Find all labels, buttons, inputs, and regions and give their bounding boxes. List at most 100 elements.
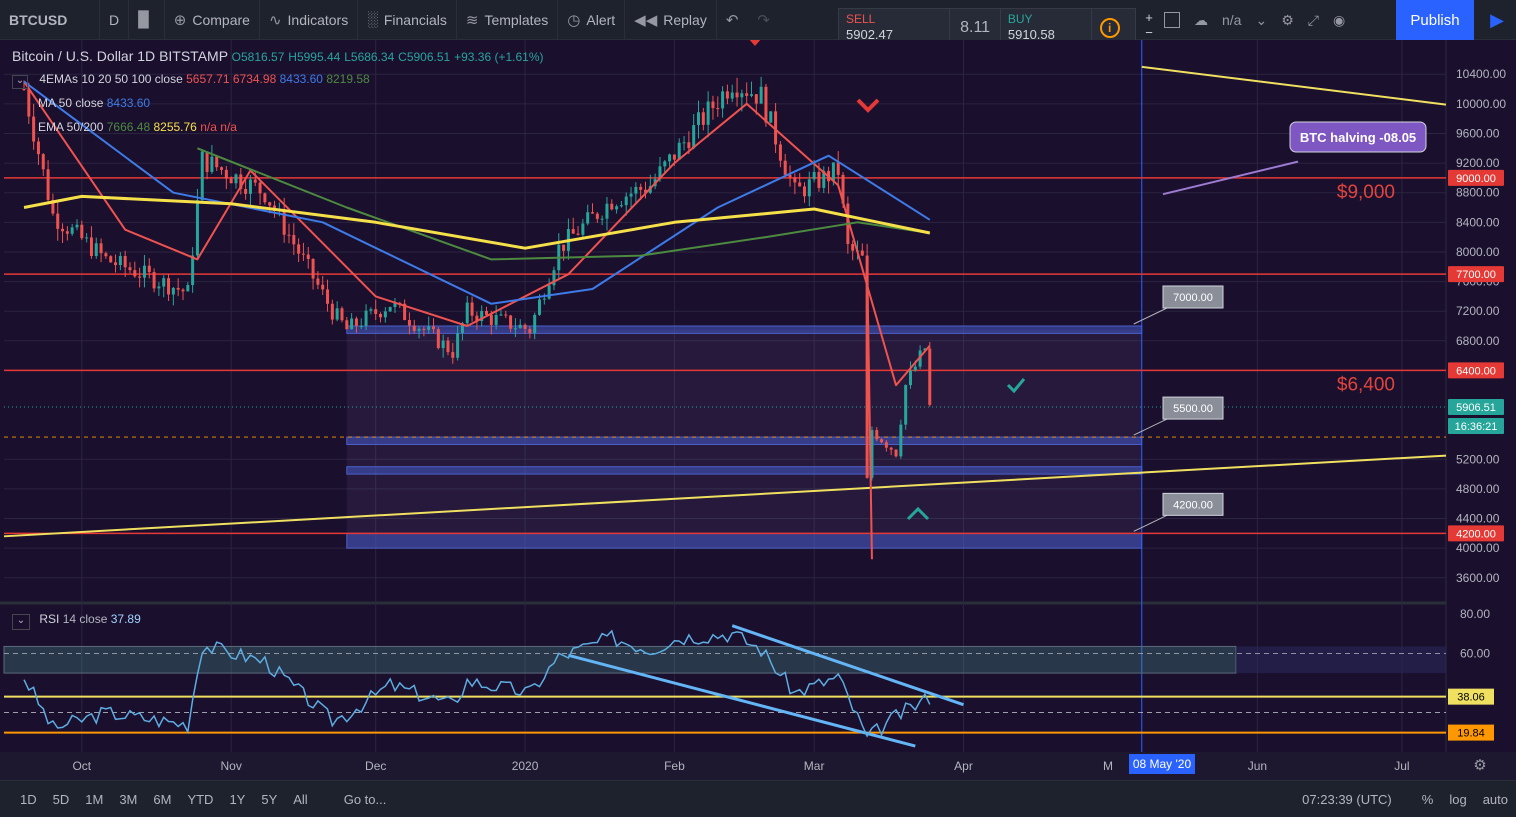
rsi-collapse-icon[interactable]: ⌄ (12, 614, 30, 630)
right-tools: ☁ n/a ⌄ ⚙ ⤢ ◉ (1164, 0, 1345, 40)
candle (22, 89, 26, 91)
x-tick-label: Dec (365, 759, 386, 773)
publish-button[interactable]: Publish (1396, 0, 1474, 40)
interval-button[interactable]: D (100, 0, 130, 40)
compare-label: Compare (192, 11, 250, 28)
candle (350, 318, 354, 330)
fullscreen-square-icon[interactable] (1164, 12, 1180, 28)
replay-button[interactable]: ◀◀ Replay (625, 0, 717, 40)
price-axis-bg (1446, 40, 1516, 752)
quantity-minus-button[interactable]: − (1140, 25, 1158, 40)
chart-style-button[interactable]: █ (129, 0, 165, 40)
chevron-down-icon[interactable]: ⌄ (1255, 12, 1267, 29)
rsi-tick-label: 60.00 (1460, 646, 1490, 660)
range-1d-button[interactable]: 1D (12, 792, 45, 807)
ema50200-legend: EMA 50/200 7666.48 8255.76 n/a n/a (38, 120, 237, 134)
quantity-plus-button[interactable]: + (1140, 10, 1158, 25)
candle (908, 370, 912, 386)
camera-icon[interactable]: ◉ (1333, 12, 1345, 29)
indicators-button[interactable]: ∿ Indicators (260, 0, 359, 40)
symbol-search[interactable]: BTCUSD (0, 0, 100, 40)
range-5d-button[interactable]: 5D (45, 792, 78, 807)
callout-label: 4200.00 (1173, 499, 1213, 511)
range-all-button[interactable]: All (285, 792, 315, 807)
bottom-bar: 1D 5D 1M 3M 6M YTD 1Y 5Y All Go to... 07… (0, 780, 1516, 817)
financials-button[interactable]: ░ Financials (358, 0, 457, 40)
replay-label: Replay (663, 11, 707, 28)
candle (807, 179, 811, 197)
candle (634, 186, 638, 194)
candle (422, 328, 426, 330)
cloud-icon[interactable]: ☁ (1194, 12, 1208, 29)
candle (518, 324, 522, 329)
chart-area[interactable]: Oct Nov Dec 2020 Feb Mar Apr Jun Jul M 10400.00 100… (0, 40, 1516, 780)
candle (730, 92, 734, 99)
redo-button[interactable]: ↷ (753, 0, 780, 40)
candle (263, 193, 267, 203)
buy-label: BUY (1007, 12, 1033, 26)
candle (721, 91, 725, 109)
candle (793, 177, 797, 183)
axis-gear-icon: ⚙ (1473, 757, 1486, 774)
candle (904, 385, 908, 425)
auto-toggle[interactable]: auto (1475, 792, 1516, 807)
symbol-name: Bitcoin / U.S. Dollar (12, 48, 134, 64)
price-tag-label: 6400.00 (1456, 365, 1496, 377)
candle (195, 200, 199, 256)
candle (56, 213, 60, 229)
play-icon[interactable]: ▶ (1478, 0, 1516, 40)
gear-icon[interactable]: ⚙ (1281, 12, 1294, 29)
candle (229, 178, 233, 184)
undo-button[interactable]: ↶ (717, 0, 754, 40)
range-1m-button[interactable]: 1M (77, 792, 111, 807)
candle (619, 205, 623, 207)
legend-interval: 1D (137, 48, 156, 64)
y-tick-label: 7200.00 (1456, 304, 1500, 318)
expand-icon[interactable]: ⤢ (1308, 12, 1319, 29)
candle (802, 186, 806, 197)
candle (292, 235, 296, 245)
candle (321, 284, 325, 290)
rsi-legend: ⌄ RSI 14 close 37.89 (12, 612, 141, 630)
templates-button[interactable]: ≋ Templates (457, 0, 559, 40)
y-tick-label: 5200.00 (1456, 452, 1500, 466)
compare-button[interactable]: ⊕ Compare (165, 0, 260, 40)
percent-toggle[interactable]: % (1414, 792, 1442, 807)
candle (451, 352, 455, 358)
candle (104, 253, 108, 257)
range-1y-button[interactable]: 1Y (221, 792, 253, 807)
candle (311, 259, 315, 279)
range-ytd-button[interactable]: YTD (179, 792, 221, 807)
candle (417, 328, 421, 331)
range-6m-button[interactable]: 6M (145, 792, 179, 807)
collapse-icon[interactable]: ⌄ (12, 75, 28, 89)
ema4-value-2: 6734.98 (232, 72, 277, 86)
log-toggle[interactable]: log (1441, 792, 1474, 807)
range-5y-button[interactable]: 5Y (253, 792, 285, 807)
candle (36, 141, 40, 155)
y-tick-label: 9600.00 (1456, 126, 1500, 140)
alert-button[interactable]: ◷ Alert (558, 0, 626, 40)
ma50-legend: MA 50 close 8433.60 (38, 96, 150, 110)
ema50200-value-4: n/a (220, 120, 237, 134)
candle (749, 94, 753, 96)
candle (764, 86, 768, 123)
y-tick-label: 8000.00 (1456, 245, 1500, 259)
layout-name[interactable]: n/a (1222, 12, 1241, 28)
candle (682, 142, 686, 144)
financials-label: Financials (383, 11, 447, 28)
candle (46, 169, 50, 200)
goto-button[interactable]: Go to... (336, 792, 395, 807)
y-tick-label: 4400.00 (1456, 512, 1500, 526)
price-tag-label: 7700.00 (1456, 269, 1496, 281)
candle (171, 287, 175, 295)
candle (692, 125, 696, 149)
candle (697, 112, 701, 126)
candle (316, 278, 320, 285)
candle (133, 270, 137, 277)
range-3m-button[interactable]: 3M (111, 792, 145, 807)
candle (812, 171, 816, 180)
candle (591, 212, 595, 214)
candle (354, 318, 358, 326)
candle (374, 309, 378, 314)
